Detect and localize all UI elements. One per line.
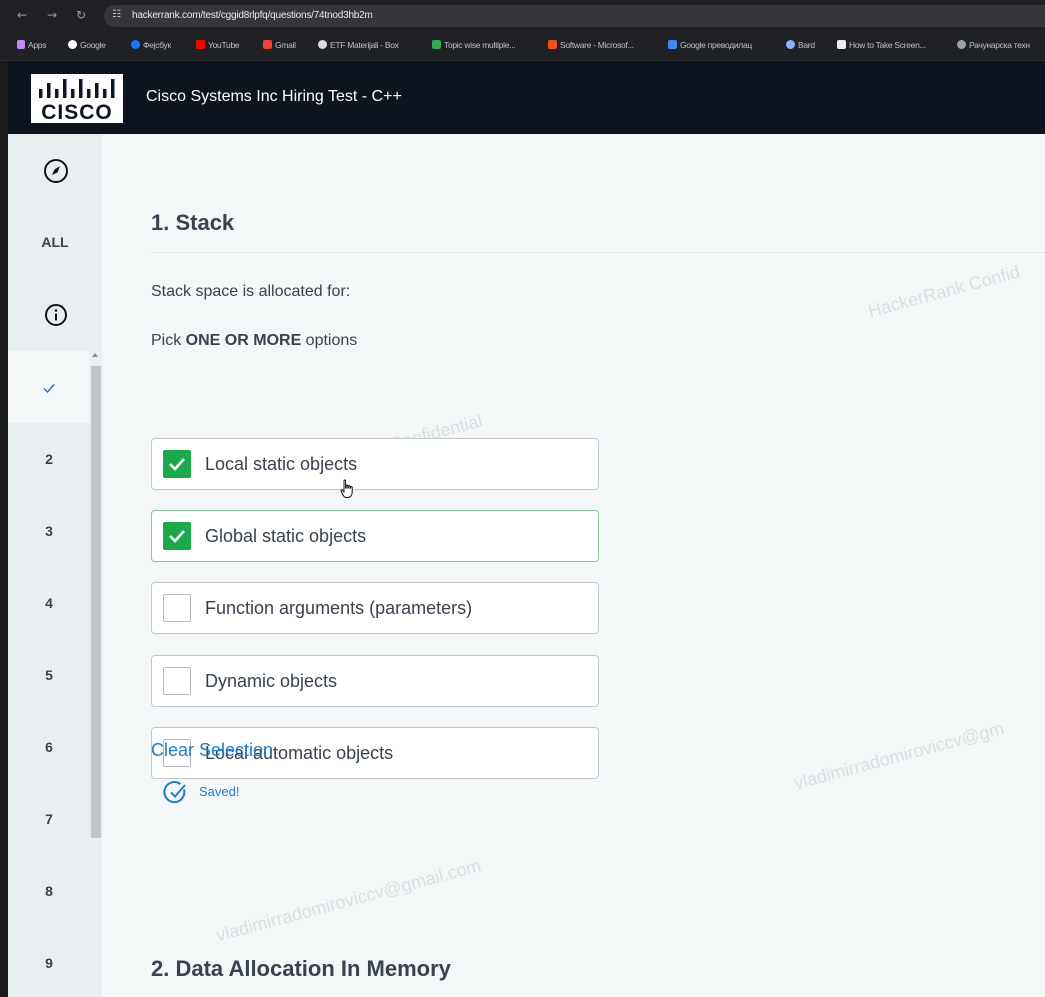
app-header: CISCO Cisco Systems Inc Hiring Test - C+… — [8, 61, 1045, 134]
sidebar-item-q9[interactable]: 9 — [8, 927, 90, 997]
sidebar-item-q4[interactable]: 4 — [8, 567, 90, 639]
question-content: HackerRank Confid HackerRank Confidentia… — [102, 134, 1045, 997]
instruction-prefix: Pick — [151, 332, 186, 349]
sidebar-item-q2[interactable]: 2 — [8, 423, 90, 495]
option-checkbox[interactable] — [163, 594, 191, 622]
google-icon — [68, 40, 77, 49]
address-bar[interactable]: ☷ hackerrank.com/test/cggid8rlpfq/questi… — [104, 5, 1045, 27]
sidebar-item-q6[interactable]: 6 — [8, 711, 90, 783]
sidebar-item-all[interactable]: ALL — [8, 206, 102, 278]
option-function-arguments[interactable]: Function arguments (parameters) — [151, 582, 599, 634]
sidebar-compass-button[interactable] — [8, 134, 102, 206]
watermark: vladimirradomiroviccv@gm — [792, 718, 1007, 794]
bookmark-label: YouTube — [208, 40, 240, 50]
microsoft-icon — [548, 40, 557, 49]
option-checkbox[interactable] — [163, 522, 191, 550]
youtube-icon — [196, 40, 205, 49]
instruction-suffix: options — [301, 332, 358, 349]
option-dynamic-objects[interactable]: Dynamic objects — [151, 655, 599, 707]
bookmark-label: Рачунарска техн — [969, 40, 1030, 50]
bookmark-label: ETF Materijali - Box — [330, 40, 399, 50]
globe-icon — [318, 40, 327, 49]
bookmark-label: Topic wise multiple... — [444, 40, 516, 50]
sidebar-item-q3[interactable]: 3 — [8, 495, 90, 567]
bookmark-bard[interactable]: Bard — [786, 40, 815, 50]
bookmark-label: Фејсбук — [143, 40, 171, 50]
bookmark-label: Google преводилац — [680, 40, 752, 50]
option-label: Function arguments (parameters) — [205, 598, 473, 618]
compass-icon — [44, 159, 68, 183]
bard-icon — [786, 40, 795, 49]
option-checkbox[interactable] — [163, 450, 191, 478]
sidebar-info-button[interactable] — [8, 278, 102, 350]
option-label: Local static objects — [205, 454, 358, 474]
instruction-bold: ONE OR MORE — [185, 332, 302, 349]
sidebar-item-q7[interactable]: 7 — [8, 783, 90, 855]
bookmark-racunarska[interactable]: Рачунарска техн — [957, 40, 1030, 50]
bookmarks-bar: Apps Google Фејсбук YouTube Gmail ETF Ma… — [0, 32, 1045, 61]
bookmark-label: Bard — [798, 40, 815, 50]
hand-cursor-icon — [340, 479, 353, 498]
saved-label: Saved! — [199, 784, 240, 799]
back-icon[interactable]: ← — [17, 8, 27, 22]
checkmark-icon — [169, 530, 185, 543]
bookmark-label: Gmail — [275, 40, 296, 50]
test-title: Cisco Systems Inc Hiring Test - C++ — [146, 88, 402, 105]
bookmark-youtube[interactable]: YouTube — [196, 40, 240, 50]
facebook-icon — [131, 40, 140, 49]
bookmark-label: Software - Microsof... — [560, 40, 634, 50]
clear-selection-link[interactable]: Clear Selection — [151, 740, 273, 761]
saved-check-icon — [163, 781, 186, 804]
bookmark-etf[interactable]: ETF Materijali - Box — [318, 40, 399, 50]
question-instruction: Pick ONE OR MORE options — [151, 332, 357, 350]
check-icon — [43, 384, 55, 394]
scroll-up-arrow-icon[interactable] — [92, 353, 98, 357]
question-title-2: 2. Data Allocation In Memory — [151, 956, 451, 981]
sidebar-item-q1[interactable] — [8, 351, 90, 423]
info-icon — [45, 304, 67, 326]
apps-grid-icon — [17, 40, 25, 49]
sidebar-item-q8[interactable]: 8 — [8, 855, 90, 927]
page-icon — [837, 40, 846, 49]
divider — [151, 252, 1045, 253]
bookmark-label: Google — [80, 40, 106, 50]
sidebar-item-q5[interactable]: 5 — [8, 639, 90, 711]
bookmark-label: How to Take Screen... — [849, 40, 926, 50]
bookmark-microsoft[interactable]: Software - Microsof... — [548, 40, 634, 50]
bookmark-label: Apps — [28, 40, 47, 50]
bookmark-screenshot[interactable]: How to Take Screen... — [837, 40, 926, 50]
cisco-logo: CISCO — [31, 74, 123, 124]
site-icon — [957, 40, 966, 49]
bookmark-topic[interactable]: Topic wise multiple... — [432, 40, 516, 50]
cisco-bars-icon — [39, 79, 115, 98]
bookmark-google[interactable]: Google — [68, 40, 106, 50]
reload-icon[interactable]: ↻ — [76, 8, 86, 22]
test-app: CISCO Cisco Systems Inc Hiring Test - C+… — [8, 61, 1045, 997]
logo-text: CISCO — [41, 101, 113, 124]
browser-toolbar: ← → ↻ ☷ hackerrank.com/test/cggid8rlpfq/… — [0, 0, 1045, 32]
checkmark-icon — [169, 458, 185, 471]
forward-icon[interactable]: → — [47, 8, 57, 22]
watermark: HackerRank Confid — [866, 261, 1022, 322]
option-local-static-objects[interactable]: Local static objects — [151, 438, 599, 490]
site-info-icon[interactable]: ☷ — [112, 9, 121, 20]
question-title: 1. Stack — [151, 210, 235, 235]
topic-icon — [432, 40, 441, 49]
question-text: Stack space is allocated for: — [151, 283, 351, 300]
option-label: Global static objects — [205, 526, 367, 546]
bookmark-gmail[interactable]: Gmail — [263, 40, 296, 50]
bookmark-apps[interactable]: Apps — [17, 40, 46, 50]
translate-icon — [668, 40, 677, 49]
bookmark-facebook[interactable]: Фејсбук — [131, 40, 171, 50]
watermark: vladimirradomiroviccv@gmail.com — [214, 855, 484, 946]
sidebar-scroll-thumb[interactable] — [91, 366, 101, 838]
url-text: hackerrank.com/test/cggid8rlpfq/question… — [132, 10, 373, 21]
question-sidebar: ALL 2 3 4 5 6 7 8 9 — [8, 134, 102, 997]
bookmark-translate[interactable]: Google преводилац — [668, 40, 752, 50]
option-label: Dynamic objects — [205, 671, 338, 691]
gmail-icon — [263, 40, 272, 49]
option-global-static-objects[interactable]: Global static objects — [151, 510, 599, 562]
option-checkbox[interactable] — [163, 667, 191, 695]
